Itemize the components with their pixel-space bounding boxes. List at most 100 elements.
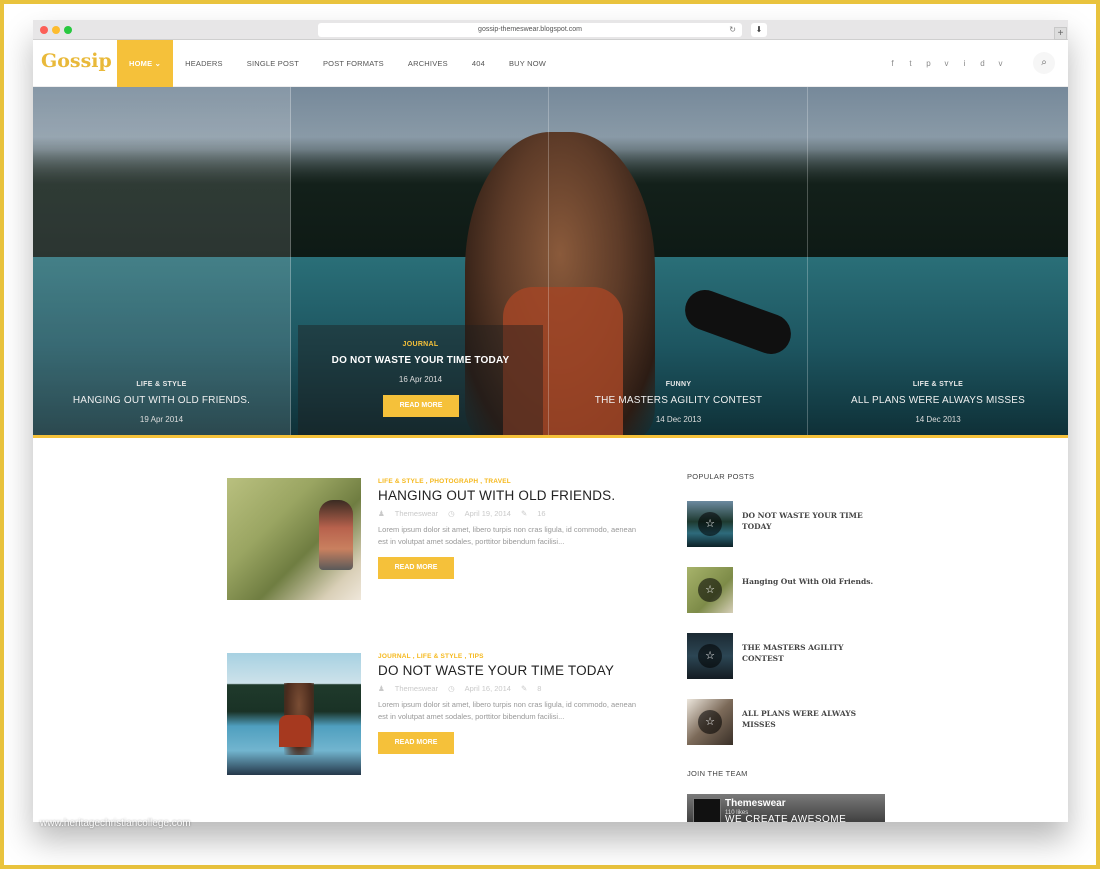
slide-date: 14 Dec 2013 [915,415,961,424]
slide-title[interactable]: DO NOT WASTE YOUR TIME TODAY [298,355,543,366]
slide-title[interactable]: THE MASTERS AGILITY CONTEST [550,395,807,406]
maximize-window-button[interactable] [64,26,72,34]
popular-post-item[interactable]: ☆ ALL PLANS WERE ALWAYS MISSES [687,699,887,745]
post-categories[interactable]: LIFE & STYLE , PHOTOGRAPH , TRAVEL [378,478,643,485]
star-icon: ☆ [698,710,722,734]
nav-item-404[interactable]: 404 [460,40,497,87]
slide-2[interactable]: JOURNAL DO NOT WASTE YOUR TIME TODAY 16 … [291,87,549,435]
post-meta: ♟ Themeswear ◷ April 19, 2014 ✎ 16 [378,509,643,518]
download-icon[interactable]: ⬇ [751,23,767,37]
join-team-heading: JOIN THE TEAM [687,769,748,778]
read-more-button[interactable]: READ MORE [378,557,454,579]
browser-window: gossip-themeswear.blogspot.com ↻ ⬇ Gossi… [33,20,1068,822]
post-date: April 19, 2014 [464,509,511,518]
popular-post-title[interactable]: Hanging Out With Old Friends. [742,576,882,613]
post-author[interactable]: Themeswear [395,509,438,518]
popular-post-title[interactable]: DO NOT WASTE YOUR TIME TODAY [742,510,882,547]
clock-icon: ◷ [448,684,455,693]
star-icon: ☆ [698,512,722,536]
comment-icon: ✎ [520,509,528,518]
thumbnail-life-vest [279,715,311,747]
popular-post-title[interactable]: THE MASTERS AGILITY CONTEST [742,642,882,679]
main-content: LIFE & STYLE , PHOTOGRAPH , TRAVEL HANGI… [33,438,1068,822]
search-icon[interactable]: ⌕ [1033,52,1055,74]
post-comments[interactable]: 16 [537,509,545,518]
url-text: gossip-themeswear.blogspot.com [478,26,582,33]
popular-post-thumbnail[interactable]: ☆ [687,501,733,547]
post-author[interactable]: Themeswear [395,684,438,693]
team-name[interactable]: Themeswear [725,798,786,809]
twitter-icon[interactable]: t [906,59,915,68]
author-icon: ♟ [378,684,385,693]
team-logo [693,798,721,822]
close-window-button[interactable] [40,26,48,34]
nav-item-single-post[interactable]: SINGLE POST [235,40,311,87]
popular-post-item[interactable]: ☆ THE MASTERS AGILITY CONTEST [687,633,887,679]
star-icon: ☆ [698,644,722,668]
slide-title[interactable]: HANGING OUT WITH OLD FRIENDS. [33,395,290,406]
post-info: LIFE & STYLE , PHOTOGRAPH , TRAVEL HANGI… [378,478,643,579]
post-title[interactable]: DO NOT WASTE YOUR TIME TODAY [378,663,643,678]
post-title[interactable]: HANGING OUT WITH OLD FRIENDS. [378,488,643,503]
browser-toolbar: gossip-themeswear.blogspot.com ↻ ⬇ [33,20,1068,40]
team-video-embed[interactable]: Themeswear 110 likes WE CREATE AWESOME [687,794,885,822]
post-excerpt: Lorem ipsum dolor sit amet, libero turpi… [378,525,637,546]
popular-post-thumbnail[interactable]: ☆ [687,567,733,613]
reload-icon[interactable]: ↻ [729,23,736,37]
slide-category: LIFE & STYLE [136,381,187,388]
popular-post-item[interactable]: ☆ DO NOT WASTE YOUR TIME TODAY [687,501,887,547]
slide-category: FUNNY [665,381,692,388]
post-thumbnail[interactable] [227,653,361,775]
nav-item-headers[interactable]: HEADERS [173,40,235,87]
sidebar: POPULAR POSTS ☆ DO NOT WASTE YOUR TIME T… [687,472,887,822]
vimeo-icon[interactable]: v [996,59,1005,68]
facebook-icon[interactable]: f [888,59,897,68]
slide-title[interactable]: ALL PLANS WERE ALWAYS MISSES [809,395,1067,406]
comment-icon: ✎ [520,684,528,693]
slide-4[interactable]: LIFE & STYLE ALL PLANS WERE ALWAYS MISSE… [809,87,1067,435]
author-icon: ♟ [378,509,385,518]
post-comments[interactable]: 8 [537,684,541,693]
post-info: JOURNAL , LIFE & STYLE , TIPS DO NOT WAS… [378,653,643,754]
popular-post-thumbnail[interactable]: ☆ [687,699,733,745]
nav-item-buy-now[interactable]: BUY NOW [497,40,558,87]
slide-category: JOURNAL [402,341,439,348]
team-slogan: WE CREATE AWESOME [725,814,847,822]
post-categories[interactable]: JOURNAL , LIFE & STYLE , TIPS [378,653,643,660]
nav-item-home[interactable]: HOME ⌄ [117,40,174,87]
popular-posts-heading: POPULAR POSTS [687,472,755,481]
slide-date: 14 Dec 2013 [655,415,702,424]
watermark: www.heritagechristiancollege.com [40,818,191,829]
vine-icon[interactable]: v [942,59,951,68]
site-logo[interactable]: Gossip [41,50,112,72]
minimize-window-button[interactable] [52,26,60,34]
hero-slider: LIFE & STYLE HANGING OUT WITH OLD FRIEND… [33,87,1068,438]
popular-post-item[interactable]: ☆ Hanging Out With Old Friends. [687,567,887,613]
new-tab-button[interactable]: + [1054,27,1067,40]
read-more-button[interactable]: READ MORE [383,395,459,417]
nav-item-post-formats[interactable]: POST FORMATS [311,40,396,87]
main-nav: HOME ⌄ HEADERS SINGLE POST POST FORMATS … [117,40,558,87]
address-bar[interactable]: gossip-themeswear.blogspot.com ↻ [318,23,742,37]
social-links: f t p v i d v [888,59,1005,68]
slide-3[interactable]: FUNNY THE MASTERS AGILITY CONTEST 14 Dec… [550,87,808,435]
slide-category: LIFE & STYLE [912,381,964,388]
thumbnail-man-figure [319,500,353,570]
star-icon: ☆ [698,578,722,602]
dribbble-icon[interactable]: d [978,59,987,68]
popular-post-title[interactable]: ALL PLANS WERE ALWAYS MISSES [742,708,882,745]
popular-post-thumbnail[interactable]: ☆ [687,633,733,679]
post-meta: ♟ Themeswear ◷ April 16, 2014 ✎ 8 [378,684,643,693]
featured-caption-box: JOURNAL DO NOT WASTE YOUR TIME TODAY 16 … [298,325,543,435]
post-thumbnail[interactable] [227,478,361,600]
chevron-down-icon: ⌄ [154,59,162,68]
site-header: Gossip HOME ⌄ HEADERS SINGLE POST POST F… [33,40,1068,87]
pinterest-icon[interactable]: p [924,59,933,68]
clock-icon: ◷ [448,509,455,518]
post-date: April 16, 2014 [464,684,511,693]
instagram-icon[interactable]: i [960,59,969,68]
nav-item-archives[interactable]: ARCHIVES [396,40,460,87]
post-excerpt: Lorem ipsum dolor sit amet, libero turpi… [378,700,637,721]
read-more-button[interactable]: READ MORE [378,732,454,754]
slide-1[interactable]: LIFE & STYLE HANGING OUT WITH OLD FRIEND… [33,87,291,435]
